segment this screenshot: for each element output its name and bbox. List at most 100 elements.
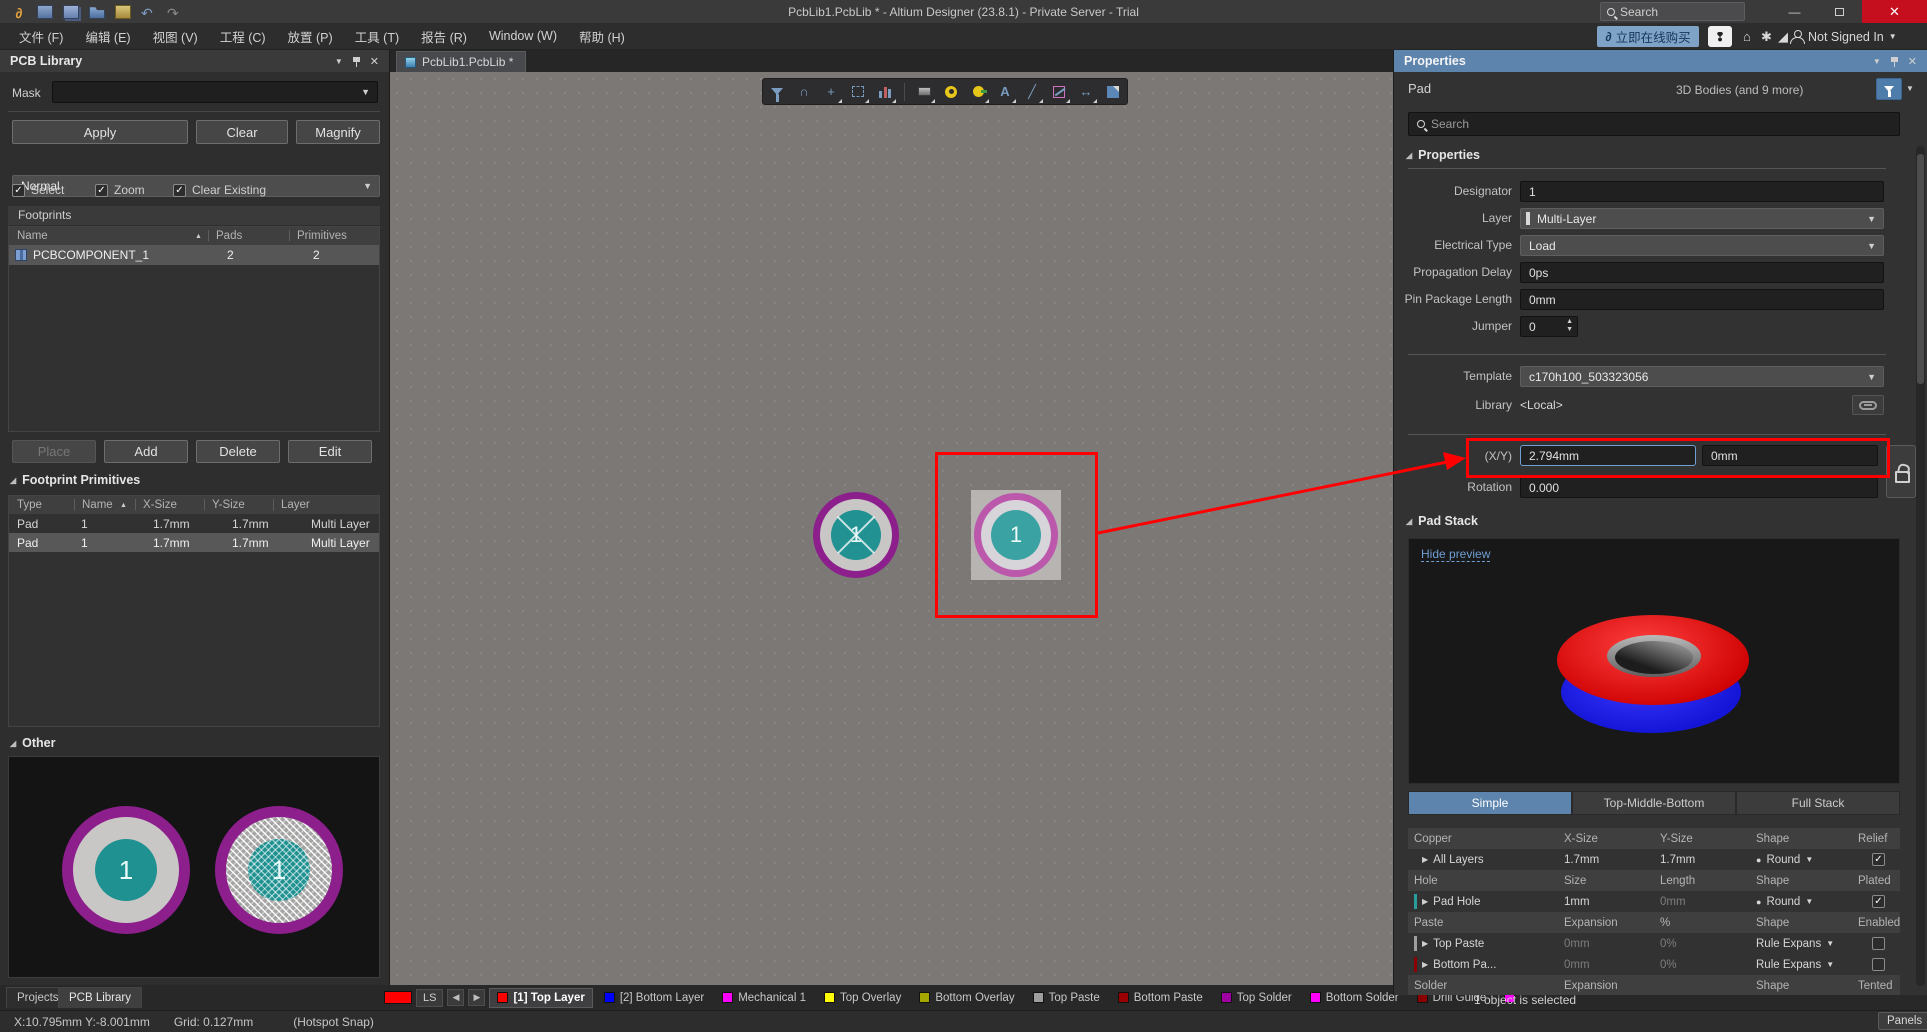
all-layers-row[interactable]: ▶All Layers 1.7mm 1.7mm ●Round▼ ✓ <box>1408 849 1900 870</box>
layer-tab-top-paste[interactable]: Top Paste <box>1026 989 1107 1007</box>
buy-online-button[interactable]: ∂ 立即在线购买 <box>1597 26 1699 47</box>
hide-preview-link[interactable]: Hide preview <box>1421 547 1490 562</box>
other-section-header[interactable]: ◢ Other <box>10 736 56 750</box>
clear-button[interactable]: Clear <box>196 120 288 144</box>
tab-full-stack[interactable]: Full Stack <box>1736 791 1900 815</box>
maximize-button[interactable] <box>1817 0 1862 23</box>
save-all-icon[interactable] <box>63 5 79 19</box>
bottom-paste-row[interactable]: ▶Bottom Pa... 0mm 0% Rule Expans▼ <box>1408 954 1900 975</box>
open-icon[interactable] <box>89 5 105 19</box>
lock-location-button[interactable] <box>1886 445 1916 498</box>
comment-icon[interactable]: ❢ <box>1708 26 1732 47</box>
fill-icon[interactable] <box>1105 84 1121 100</box>
rotation-field[interactable]: 0.000 <box>1520 477 1878 498</box>
select-checkbox[interactable]: ✓ Select <box>12 183 64 197</box>
place-button[interactable]: Place <box>12 440 96 463</box>
object-filter-button[interactable] <box>1876 78 1902 100</box>
close-icon[interactable]: ✕ <box>370 55 379 68</box>
menu-project[interactable]: 工程 (C) <box>209 23 277 49</box>
y-coordinate-field[interactable]: 0mm <box>1702 445 1878 466</box>
column-y-size[interactable]: Y-Size <box>206 499 272 511</box>
primitive-row-pad-2-selected[interactable]: Pad 1 1.7mm 1.7mm Multi Layer <box>9 533 379 552</box>
pin-package-length-field[interactable]: 0mm <box>1520 289 1884 310</box>
panel-tab-pcb-library[interactable]: PCB Library <box>58 987 142 1008</box>
scroll-right-icon[interactable]: ▶ <box>468 989 485 1006</box>
layer-tab-top-overlay[interactable]: Top Overlay <box>817 989 908 1007</box>
select-area-icon[interactable] <box>850 84 866 100</box>
copper-y-value[interactable]: 1.7mm <box>1660 854 1756 866</box>
document-tab-pcblib1[interactable]: PcbLib1.PcbLib * <box>396 51 526 72</box>
line-icon[interactable]: ╱ <box>1024 84 1040 100</box>
primitives-table-header[interactable]: Type | Name ▲ | X-Size | Y-Size | Layer <box>9 496 379 514</box>
layer-sets-button[interactable]: LS <box>416 989 443 1007</box>
expand-icon[interactable]: ▶ <box>1422 855 1428 864</box>
chevron-down-icon[interactable]: ▼ <box>1906 84 1914 93</box>
spin-down-icon[interactable]: ▼ <box>1566 326 1573 334</box>
spin-up-icon[interactable]: ▲ <box>1566 318 1573 326</box>
layer-tab-top-solder[interactable]: Top Solder <box>1214 989 1299 1007</box>
bottom-paste-percent[interactable]: 0% <box>1660 959 1756 971</box>
filter-icon[interactable] <box>769 84 785 100</box>
component-icon[interactable] <box>916 84 932 100</box>
primitive-row-pad-1[interactable]: Pad 1 1.7mm 1.7mm Multi Layer <box>9 514 379 533</box>
column-primitives[interactable]: Primitives <box>291 230 347 242</box>
designator-field[interactable]: 1 <box>1520 181 1884 202</box>
top-paste-percent[interactable]: 0% <box>1660 938 1756 950</box>
bottom-paste-expansion[interactable]: 0mm <box>1564 959 1660 971</box>
menu-view[interactable]: 视图 (V) <box>142 23 209 49</box>
scroll-left-icon[interactable]: ◀ <box>447 989 464 1006</box>
pad-hole-row[interactable]: ▶Pad Hole 1mm 0mm ●Round▼ ✓ <box>1408 891 1900 912</box>
panel-menu-icon[interactable]: ▼ <box>335 57 343 66</box>
hole-shape-dropdown[interactable]: ●Round▼ <box>1756 896 1858 908</box>
menu-tools[interactable]: 工具 (T) <box>344 23 410 49</box>
text-icon[interactable]: A <box>997 84 1013 100</box>
scrollbar[interactable] <box>1916 146 1925 986</box>
layer-tab-bottom-layer[interactable]: [2] Bottom Layer <box>597 989 711 1007</box>
home-icon[interactable]: ⌂ <box>1743 29 1751 44</box>
bottom-paste-enabled-checkbox[interactable] <box>1872 958 1885 971</box>
footprints-table-header[interactable]: Name ▲ | Pads | Primitives <box>9 227 379 245</box>
top-paste-enabled-checkbox[interactable] <box>1872 937 1885 950</box>
jumper-stepper[interactable]: 0 ▲▼ <box>1520 316 1578 337</box>
hole-size-value[interactable]: 1mm <box>1564 896 1660 908</box>
tab-simple[interactable]: Simple <box>1408 791 1572 815</box>
paste-icon[interactable] <box>115 5 131 19</box>
layer-dropdown[interactable]: Multi-Layer ▼ <box>1520 208 1884 229</box>
apply-button[interactable]: Apply <box>12 120 188 144</box>
move-icon[interactable]: + <box>823 84 839 100</box>
zoom-checkbox[interactable]: ✓ Zoom <box>95 183 145 197</box>
redo-icon[interactable]: ↷ <box>167 5 183 19</box>
tab-top-middle-bottom[interactable]: Top-Middle-Bottom <box>1572 791 1736 815</box>
layer-tab-bottom-solder[interactable]: Bottom Solder <box>1303 989 1406 1007</box>
menu-window[interactable]: Window (W) <box>478 23 568 49</box>
menu-file[interactable]: 文件 (F) <box>8 23 74 49</box>
copper-shape-dropdown[interactable]: ●Round▼ <box>1756 854 1858 866</box>
pin-icon[interactable] <box>352 56 361 67</box>
panels-button[interactable]: Panels <box>1878 1012 1927 1030</box>
expand-icon[interactable]: ▶ <box>1422 897 1428 906</box>
menu-reports[interactable]: 报告 (R) <box>410 23 478 49</box>
panel-menu-icon[interactable]: ▼ <box>1873 57 1881 66</box>
mask-dropdown[interactable]: ▼ <box>52 81 378 103</box>
hole-length-value[interactable]: 0mm <box>1660 896 1756 908</box>
properties-search-input[interactable]: Search <box>1408 112 1900 136</box>
column-x-size[interactable]: X-Size <box>137 499 203 511</box>
delete-button[interactable]: Delete <box>196 440 280 463</box>
current-layer-color-swatch[interactable] <box>384 991 412 1004</box>
snap-magnet-icon[interactable]: ∩ <box>796 84 812 100</box>
notifications-icon[interactable]: ◢ <box>1778 29 1788 45</box>
scrollbar-thumb[interactable] <box>1917 154 1924 384</box>
via-icon[interactable] <box>970 84 986 100</box>
copper-x-value[interactable]: 1.7mm <box>1564 854 1660 866</box>
library-link-button[interactable] <box>1852 395 1884 415</box>
pad-icon[interactable] <box>943 84 959 100</box>
minimize-button[interactable]: — <box>1772 0 1817 23</box>
menu-help[interactable]: 帮助 (H) <box>568 23 636 49</box>
layer-tab-bottom-overlay[interactable]: Bottom Overlay <box>912 989 1021 1007</box>
top-paste-shape-dropdown[interactable]: Rule Expans▼ <box>1756 938 1858 950</box>
top-paste-expansion[interactable]: 0mm <box>1564 938 1660 950</box>
column-name[interactable]: Name <box>76 499 120 511</box>
electrical-type-dropdown[interactable]: Load ▼ <box>1520 235 1884 256</box>
template-dropdown[interactable]: c170h100_503323056 ▼ <box>1520 366 1884 387</box>
pcb-editor-canvas[interactable]: PcbLib1.PcbLib * ∩ + A ╱ ↔ 1 1 <box>390 50 1393 985</box>
